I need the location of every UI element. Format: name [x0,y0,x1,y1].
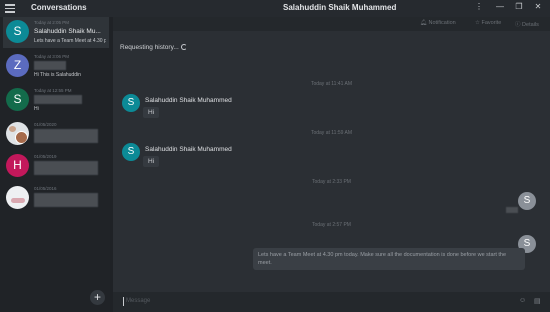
conversation-item[interactable]: H 01/05/2019 [3,151,109,182]
menu-icon[interactable] [5,4,15,13]
attachment-icon[interactable]: ▤ [534,297,541,305]
date-divider: Today at 11:41 AM [310,81,353,87]
sender-name: Salahuddin Shaik Muhammed [145,146,232,153]
chat-action-bar: 🔔︎ Notification ☆ Favorite ⓘ Details [113,17,550,31]
add-conversation-button[interactable]: + [90,290,105,305]
conversation-time: 01/05/2020 [34,122,57,127]
sender-name: Salahuddin Shaik Muhammed [145,97,232,104]
redacted-name [34,61,66,70]
avatar: H [6,154,29,177]
avatar: S [122,94,140,112]
date-divider: Today at 2:33 PM [312,179,351,185]
message-bubble: Lets have a Team Meet at 4.30 pm today. … [253,248,525,270]
conversation-item[interactable]: S Today at 12:55 PM Hi [3,85,109,116]
conversation-preview: Hi [34,106,39,112]
conversation-item[interactable]: 01/05/2016 [3,183,109,214]
chat-title: Salahuddin Shaik Muhammed [283,3,397,12]
conversation-name: Salahuddin Shaik Mu... [34,28,101,35]
requesting-history: Requesting history... [120,44,187,51]
date-divider: Today at 2:57 PM [312,222,351,228]
emoji-icon[interactable]: ☺ [519,297,526,304]
details-label: Details [522,22,539,28]
conversation-item[interactable]: S Today at 2:05 PM Salahuddin Shaik Mu..… [3,17,109,48]
bell-icon: 🔔︎ [420,20,427,26]
conversation-item[interactable]: 01/05/2020 [3,119,109,150]
star-icon: ☆ [475,20,480,26]
title-bar: Conversations Salahuddin Shaik Muhammed … [0,0,550,17]
avatar: S [6,88,29,111]
details-button[interactable]: ⓘ Details [515,20,539,28]
message-input[interactable]: Message [126,298,150,304]
avatar: S [6,20,29,43]
avatar: Z [6,54,29,77]
conversation-item[interactable]: Z Today at 3:06 PM Hi This is Salahuddin [3,51,109,82]
conversation-time: Today at 2:05 PM [34,20,70,25]
conversation-time: 01/05/2019 [34,154,57,159]
conversation-time: 01/05/2016 [34,186,57,191]
conversation-list: S Today at 2:05 PM Salahuddin Shaik Mu..… [0,17,110,312]
message-bubble: Hi [143,107,160,118]
redacted-message [506,207,518,213]
date-divider: Today at 11:59 AM [310,130,353,136]
conversation-preview: Hi This is Salahuddin [34,72,81,78]
message-composer[interactable]: Message ☺ ▤ [113,292,550,312]
favorite-label: Favorite [481,20,502,26]
minimize-icon[interactable]: — [495,2,505,11]
notification-label: Notification [428,20,456,26]
favorite-toggle[interactable]: ☆ Favorite [475,20,501,26]
chat-pane: 🔔︎ Notification ☆ Favorite ⓘ Details Req… [113,17,550,312]
conversations-title: Conversations [31,3,87,12]
avatar: S [518,192,536,210]
requesting-history-text: Requesting history... [120,44,179,51]
loading-spinner-icon [180,44,187,50]
group-avatar-image [6,122,29,145]
text-caret [123,297,124,306]
redacted-content [34,193,98,207]
redacted-content [34,161,98,175]
avatar: S [122,143,140,161]
conversation-time: Today at 12:55 PM [34,88,72,93]
info-icon: ⓘ [515,22,521,28]
redacted-content [34,129,98,143]
chat-app: Conversations Salahuddin Shaik Muhammed … [0,0,550,312]
redacted-name [34,95,82,104]
restore-icon[interactable]: ❐ [514,2,524,11]
message-bubble: Hi [143,156,160,167]
group-avatar-image [6,186,29,209]
close-icon[interactable]: ✕ [533,2,543,11]
conversation-preview: Lets have a Team Meet at 4.30 pm t... [34,38,106,44]
notification-toggle[interactable]: 🔔︎ Notification [420,20,456,26]
kebab-menu-icon[interactable]: ⋮ [474,2,484,11]
conversation-time: Today at 3:06 PM [34,54,70,59]
